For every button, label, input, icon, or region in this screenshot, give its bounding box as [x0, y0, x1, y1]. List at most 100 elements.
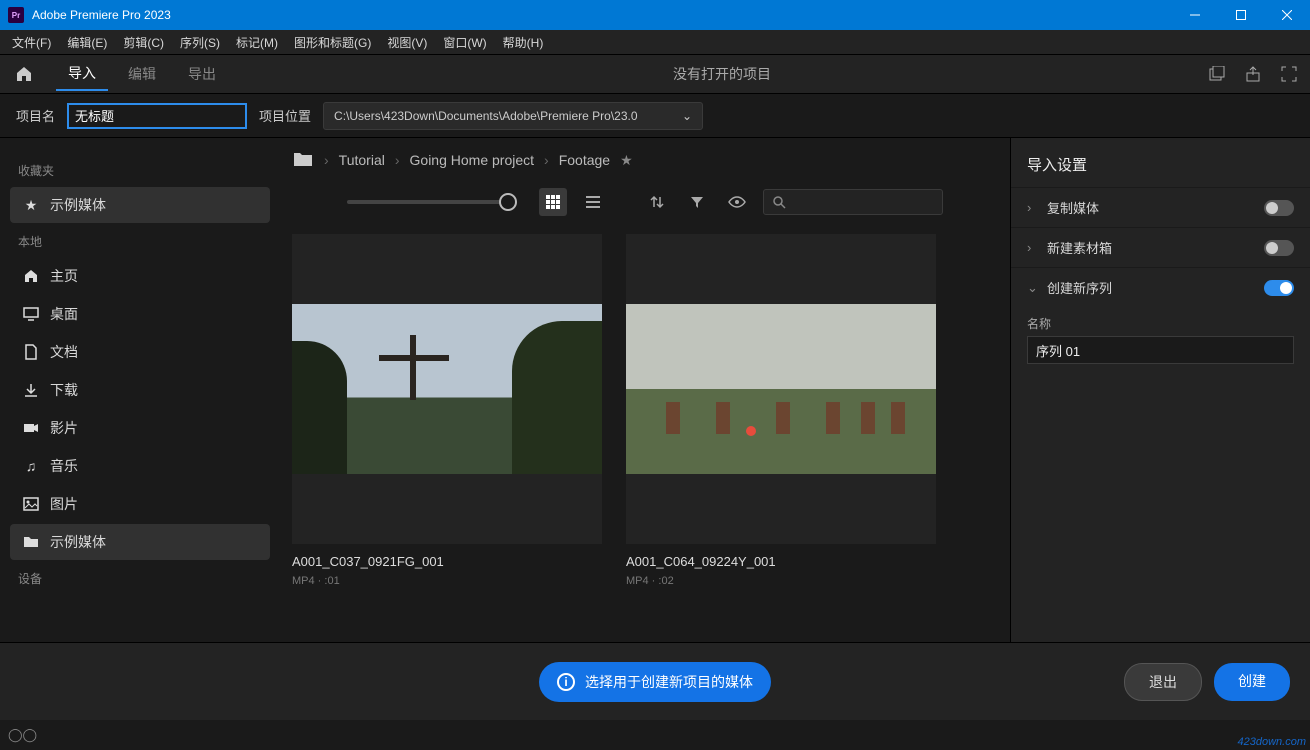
- exit-button[interactable]: 退出: [1124, 663, 1202, 701]
- tab-export[interactable]: 导出: [176, 58, 228, 90]
- project-location-label: 项目位置: [259, 106, 311, 125]
- new-window-icon[interactable]: [1208, 65, 1226, 83]
- close-button[interactable]: [1264, 0, 1310, 30]
- sidebar-item-label: 主页: [50, 266, 78, 286]
- breadcrumb-item[interactable]: Footage: [559, 152, 610, 168]
- visibility-button[interactable]: [723, 188, 751, 216]
- creative-cloud-icon[interactable]: ◯◯: [8, 727, 37, 743]
- sidebar-item-sample-media[interactable]: 示例媒体: [10, 524, 270, 560]
- menu-file[interactable]: 文件(F): [4, 31, 59, 54]
- export-icon[interactable]: [1244, 65, 1262, 83]
- breadcrumb-sep: ›: [395, 152, 400, 168]
- sidebar-item-music[interactable]: ♫ 音乐: [10, 448, 270, 484]
- watermark: 423down.com: [1238, 736, 1307, 748]
- sidebar-item-label: 图片: [50, 494, 78, 514]
- sidebar-section-favorites: 收藏夹: [10, 156, 270, 185]
- window-title: Adobe Premiere Pro 2023: [32, 8, 171, 22]
- filter-button[interactable]: [683, 188, 711, 216]
- maximize-button[interactable]: [1218, 0, 1264, 30]
- menu-help[interactable]: 帮助(H): [495, 31, 552, 54]
- menu-graphics[interactable]: 图形和标题(G): [286, 31, 379, 54]
- folder-icon: [22, 533, 40, 551]
- menu-markers[interactable]: 标记(M): [228, 31, 286, 54]
- sidebar-item-label: 下载: [50, 380, 78, 400]
- media-card[interactable]: A001_C037_0921FG_001 MP4 · :01: [292, 234, 602, 630]
- setting-create-sequence[interactable]: ⌄ 创建新序列: [1011, 267, 1310, 307]
- content-area: › Tutorial › Going Home project › Footag…: [280, 138, 1010, 642]
- minimize-button[interactable]: [1172, 0, 1218, 30]
- content-toolbar: [280, 182, 1010, 222]
- star-outline-icon[interactable]: ★: [620, 152, 633, 169]
- breadcrumb: › Tutorial › Going Home project › Footag…: [280, 138, 1010, 182]
- project-location-select[interactable]: C:\Users\423Down\Documents\Adobe\Premier…: [323, 102, 703, 130]
- sidebar-item-label: 影片: [50, 418, 78, 438]
- sidebar-item-downloads[interactable]: 下载: [10, 372, 270, 408]
- chevron-right-icon: ›: [1027, 200, 1039, 215]
- grid-view-button[interactable]: [539, 188, 567, 216]
- setting-copy-media[interactable]: › 复制媒体: [1011, 187, 1310, 227]
- home-icon: [22, 267, 40, 285]
- create-button[interactable]: 创建: [1214, 663, 1290, 701]
- sidebar-item-videos[interactable]: 影片: [10, 410, 270, 446]
- project-status: 没有打开的项目: [236, 64, 1208, 84]
- footer-bar: i 选择用于创建新项目的媒体 退出 创建: [0, 642, 1310, 720]
- setting-label: 新建素材箱: [1047, 238, 1264, 257]
- info-banner: i 选择用于创建新项目的媒体: [539, 662, 771, 702]
- breadcrumb-sep: ›: [324, 152, 329, 168]
- fullscreen-icon[interactable]: [1280, 65, 1298, 83]
- music-icon: ♫: [22, 457, 40, 475]
- window-titlebar: Pr Adobe Premiere Pro 2023: [0, 0, 1310, 30]
- sidebar-item-documents[interactable]: 文档: [10, 334, 270, 370]
- media-card[interactable]: A001_C064_09224Y_001 MP4 · :02: [626, 234, 936, 630]
- app-icon: Pr: [8, 7, 24, 23]
- search-input[interactable]: [763, 189, 943, 215]
- sidebar-item-pictures[interactable]: 图片: [10, 486, 270, 522]
- sidebar-item-label: 文档: [50, 342, 78, 362]
- status-bar: ◯◯ 423down.com: [0, 720, 1310, 750]
- breadcrumb-item[interactable]: Going Home project: [410, 152, 535, 168]
- project-name-label: 项目名: [16, 106, 55, 125]
- chevron-down-icon: ⌄: [1027, 280, 1039, 296]
- mode-bar: 导入 编辑 导出 没有打开的项目: [0, 54, 1310, 94]
- project-bar: 项目名 项目位置 C:\Users\423Down\Documents\Adob…: [0, 94, 1310, 138]
- menu-clip[interactable]: 剪辑(C): [115, 31, 172, 54]
- sequence-name-input[interactable]: [1027, 336, 1294, 364]
- breadcrumb-item[interactable]: Tutorial: [339, 152, 385, 168]
- setting-label: 复制媒体: [1047, 198, 1264, 217]
- media-filename: A001_C037_0921FG_001: [292, 554, 602, 569]
- image-icon: [22, 495, 40, 513]
- project-location-value: C:\Users\423Down\Documents\Adobe\Premier…: [334, 109, 637, 123]
- sidebar-section-devices: 设备: [10, 564, 270, 593]
- video-icon: [22, 419, 40, 437]
- menu-edit[interactable]: 编辑(E): [59, 31, 115, 54]
- toggle-new-bin[interactable]: [1264, 240, 1294, 256]
- list-view-button[interactable]: [579, 188, 607, 216]
- chevron-down-icon: ⌄: [682, 109, 692, 123]
- tab-import[interactable]: 导入: [56, 57, 108, 91]
- menu-window[interactable]: 窗口(W): [435, 31, 494, 54]
- media-meta: MP4 · :01: [292, 575, 602, 587]
- thumbnail-size-slider[interactable]: [347, 200, 517, 204]
- info-icon: i: [557, 673, 575, 691]
- media-meta: MP4 · :02: [626, 575, 936, 587]
- toggle-create-sequence[interactable]: [1264, 280, 1294, 296]
- sidebar-item-label: 桌面: [50, 304, 78, 324]
- menu-sequence[interactable]: 序列(S): [172, 31, 228, 54]
- media-grid: A001_C037_0921FG_001 MP4 · :01 A001_C064…: [280, 222, 1010, 642]
- project-name-input[interactable]: [67, 103, 247, 129]
- sidebar-item-home[interactable]: 主页: [10, 258, 270, 294]
- sidebar-item-desktop[interactable]: 桌面: [10, 296, 270, 332]
- toggle-copy-media[interactable]: [1264, 200, 1294, 216]
- sidebar-item-label: 音乐: [50, 456, 78, 476]
- menu-view[interactable]: 视图(V): [379, 31, 435, 54]
- import-settings-panel: 导入设置 › 复制媒体 › 新建素材箱 ⌄ 创建新序列 名称: [1010, 138, 1310, 642]
- sidebar: 收藏夹 ★ 示例媒体 本地 主页 桌面 文档 下载 影片 ♫音乐 图片 示例媒体…: [0, 138, 280, 642]
- setting-new-bin[interactable]: › 新建素材箱: [1011, 227, 1310, 267]
- tab-edit[interactable]: 编辑: [116, 58, 168, 90]
- media-thumbnail: [626, 234, 936, 544]
- sidebar-item-label: 示例媒体: [50, 532, 106, 552]
- sidebar-item-sample-media-fav[interactable]: ★ 示例媒体: [10, 187, 270, 223]
- desktop-icon: [22, 305, 40, 323]
- home-icon[interactable]: [12, 62, 36, 86]
- sort-button[interactable]: [643, 188, 671, 216]
